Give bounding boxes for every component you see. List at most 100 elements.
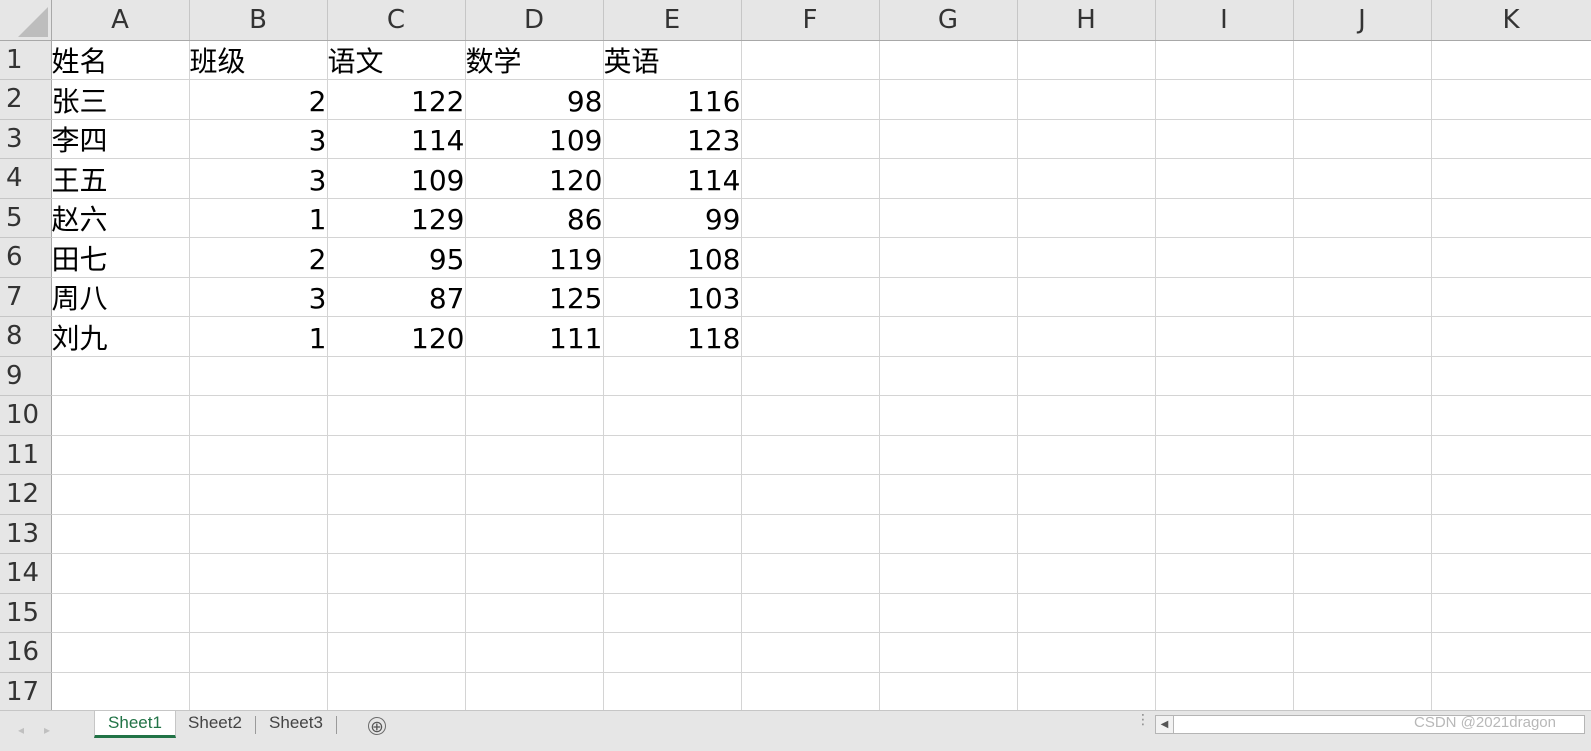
cell-i16[interactable] (1155, 632, 1294, 673)
cell-i2[interactable] (1155, 79, 1294, 120)
cell-j16[interactable] (1293, 632, 1432, 673)
cell-j7[interactable] (1293, 277, 1432, 317)
cell-b5[interactable]: 1 (189, 198, 328, 238)
cell-b8[interactable]: 1 (189, 316, 328, 357)
cell-b2[interactable]: 2 (189, 79, 328, 120)
cell-j4[interactable] (1293, 158, 1432, 199)
cell-a10[interactable] (51, 395, 190, 436)
cell-k2[interactable] (1431, 79, 1591, 120)
cell-b16[interactable] (189, 632, 328, 673)
cell-h12[interactable] (1017, 474, 1156, 515)
cell-g7[interactable] (879, 277, 1018, 317)
cell-h13[interactable] (1017, 514, 1156, 554)
cell-h17[interactable] (1017, 672, 1156, 712)
cell-c2[interactable]: 122 (327, 79, 466, 120)
cell-b11[interactable] (189, 435, 328, 475)
cell-h8[interactable] (1017, 316, 1156, 357)
cell-b10[interactable] (189, 395, 328, 436)
cell-g4[interactable] (879, 158, 1018, 199)
row-header[interactable]: 11 (0, 435, 52, 475)
cell-a1[interactable]: 姓名 (51, 40, 190, 80)
cell-i5[interactable] (1155, 198, 1294, 238)
scroll-left-icon[interactable]: ◀ (1156, 716, 1174, 733)
cell-h5[interactable] (1017, 198, 1156, 238)
cell-k11[interactable] (1431, 435, 1591, 475)
cell-f7[interactable] (741, 277, 880, 317)
column-header-h[interactable]: H (1017, 0, 1156, 41)
cell-e14[interactable] (603, 553, 742, 594)
cell-i15[interactable] (1155, 593, 1294, 633)
row-header[interactable]: 16 (0, 632, 52, 673)
row-header[interactable]: 8 (0, 316, 52, 357)
cell-k17[interactable] (1431, 672, 1591, 712)
sheet-tab-sheet3[interactable]: Sheet3 (257, 711, 335, 737)
cell-e17[interactable] (603, 672, 742, 712)
cell-k6[interactable] (1431, 237, 1591, 278)
cell-c14[interactable] (327, 553, 466, 594)
sheet-tab-sheet2[interactable]: Sheet2 (176, 711, 254, 737)
cell-b9[interactable] (189, 356, 328, 396)
cell-d5[interactable]: 86 (465, 198, 604, 238)
cell-i14[interactable] (1155, 553, 1294, 594)
cell-f5[interactable] (741, 198, 880, 238)
row-header[interactable]: 7 (0, 277, 52, 317)
row-header[interactable]: 3 (0, 119, 52, 159)
cell-a3[interactable]: 李四 (51, 119, 190, 159)
cell-i12[interactable] (1155, 474, 1294, 515)
cell-b12[interactable] (189, 474, 328, 515)
cell-j6[interactable] (1293, 237, 1432, 278)
cell-e7[interactable]: 103 (603, 277, 742, 317)
cell-c5[interactable]: 129 (327, 198, 466, 238)
column-header-k[interactable]: K (1431, 0, 1591, 41)
cell-f1[interactable] (741, 40, 880, 80)
triangle-right-icon[interactable]: ▸ (40, 723, 54, 737)
triangle-left-icon[interactable]: ◂ (14, 723, 28, 737)
cell-g16[interactable] (879, 632, 1018, 673)
cell-a8[interactable]: 刘九 (51, 316, 190, 357)
column-header-e[interactable]: E (603, 0, 742, 41)
cell-a13[interactable] (51, 514, 190, 554)
cell-e9[interactable] (603, 356, 742, 396)
cell-g11[interactable] (879, 435, 1018, 475)
cell-c4[interactable]: 109 (327, 158, 466, 199)
cell-f2[interactable] (741, 79, 880, 120)
cell-a4[interactable]: 王五 (51, 158, 190, 199)
cell-f15[interactable] (741, 593, 880, 633)
cell-h6[interactable] (1017, 237, 1156, 278)
cell-h10[interactable] (1017, 395, 1156, 436)
cell-i7[interactable] (1155, 277, 1294, 317)
cell-j9[interactable] (1293, 356, 1432, 396)
cell-g14[interactable] (879, 553, 1018, 594)
cell-b7[interactable]: 3 (189, 277, 328, 317)
row-header[interactable]: 12 (0, 474, 52, 515)
cell-i6[interactable] (1155, 237, 1294, 278)
cell-h9[interactable] (1017, 356, 1156, 396)
cell-j12[interactable] (1293, 474, 1432, 515)
cell-f13[interactable] (741, 514, 880, 554)
column-header-i[interactable]: I (1155, 0, 1294, 41)
cell-e4[interactable]: 114 (603, 158, 742, 199)
cell-j5[interactable] (1293, 198, 1432, 238)
cell-g12[interactable] (879, 474, 1018, 515)
cell-f11[interactable] (741, 435, 880, 475)
cell-e11[interactable] (603, 435, 742, 475)
cell-k10[interactable] (1431, 395, 1591, 436)
cell-k3[interactable] (1431, 119, 1591, 159)
cell-j13[interactable] (1293, 514, 1432, 554)
cell-e12[interactable] (603, 474, 742, 515)
cell-b3[interactable]: 3 (189, 119, 328, 159)
cell-g17[interactable] (879, 672, 1018, 712)
cell-c3[interactable]: 114 (327, 119, 466, 159)
cell-i3[interactable] (1155, 119, 1294, 159)
cell-k14[interactable] (1431, 553, 1591, 594)
cell-a9[interactable] (51, 356, 190, 396)
cell-b6[interactable]: 2 (189, 237, 328, 278)
cell-e10[interactable] (603, 395, 742, 436)
cell-d10[interactable] (465, 395, 604, 436)
cell-h1[interactable] (1017, 40, 1156, 80)
column-header-c[interactable]: C (327, 0, 466, 41)
row-header[interactable]: 9 (0, 356, 52, 396)
cell-c12[interactable] (327, 474, 466, 515)
cell-d4[interactable]: 120 (465, 158, 604, 199)
cell-g10[interactable] (879, 395, 1018, 436)
